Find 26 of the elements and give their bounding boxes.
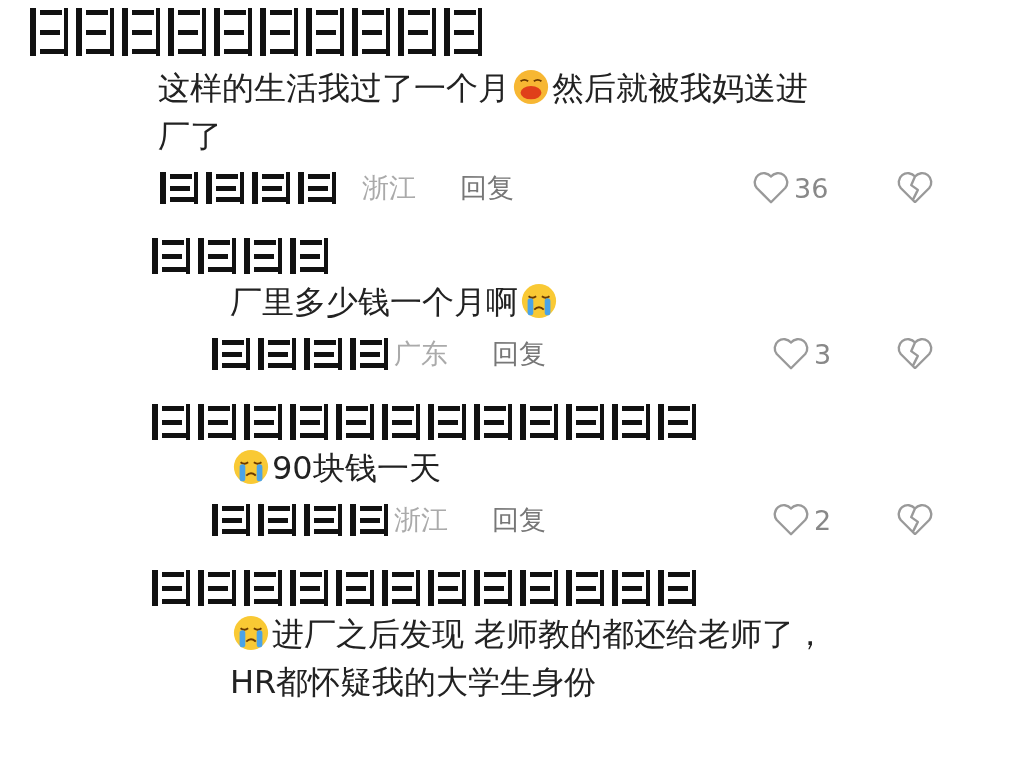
crying-emoji-icon — [232, 614, 270, 652]
comment-text: 然后就被我妈送进 — [552, 69, 808, 107]
comment-text: 厂里多少钱一个月啊 — [230, 283, 518, 321]
comment-text: 厂了 — [158, 116, 222, 157]
reply-link[interactable]: 回复 — [492, 502, 546, 538]
comment-text: HR都怀疑我的大学生身份 — [230, 662, 597, 703]
broken-heart-icon[interactable] — [896, 336, 934, 372]
heart-icon[interactable] — [772, 336, 810, 372]
like-count: 3 — [814, 338, 832, 370]
reply-link[interactable]: 回复 — [492, 336, 546, 372]
location-label: 浙江 — [362, 171, 416, 205]
broken-heart-icon[interactable] — [896, 170, 934, 206]
broken-heart-icon[interactable] — [896, 502, 934, 538]
comment-text: 进厂之后发现 老师教的都还给老师了， — [272, 615, 827, 653]
laughing-emoji-icon — [512, 68, 550, 106]
location-label: 浙江 — [394, 503, 448, 537]
heart-icon[interactable] — [772, 502, 810, 538]
like-count: 2 — [814, 504, 832, 536]
reply-link[interactable]: 回复 — [460, 170, 514, 206]
heart-icon[interactable] — [752, 170, 790, 206]
comment-text: 这样的生活我过了一个月 — [158, 69, 510, 107]
location-label: 广东 — [394, 337, 448, 371]
like-count: 36 — [794, 172, 829, 204]
crying-emoji-icon — [520, 282, 558, 320]
crying-emoji-icon — [232, 448, 270, 486]
comment-text: 90块钱一天 — [272, 449, 441, 487]
